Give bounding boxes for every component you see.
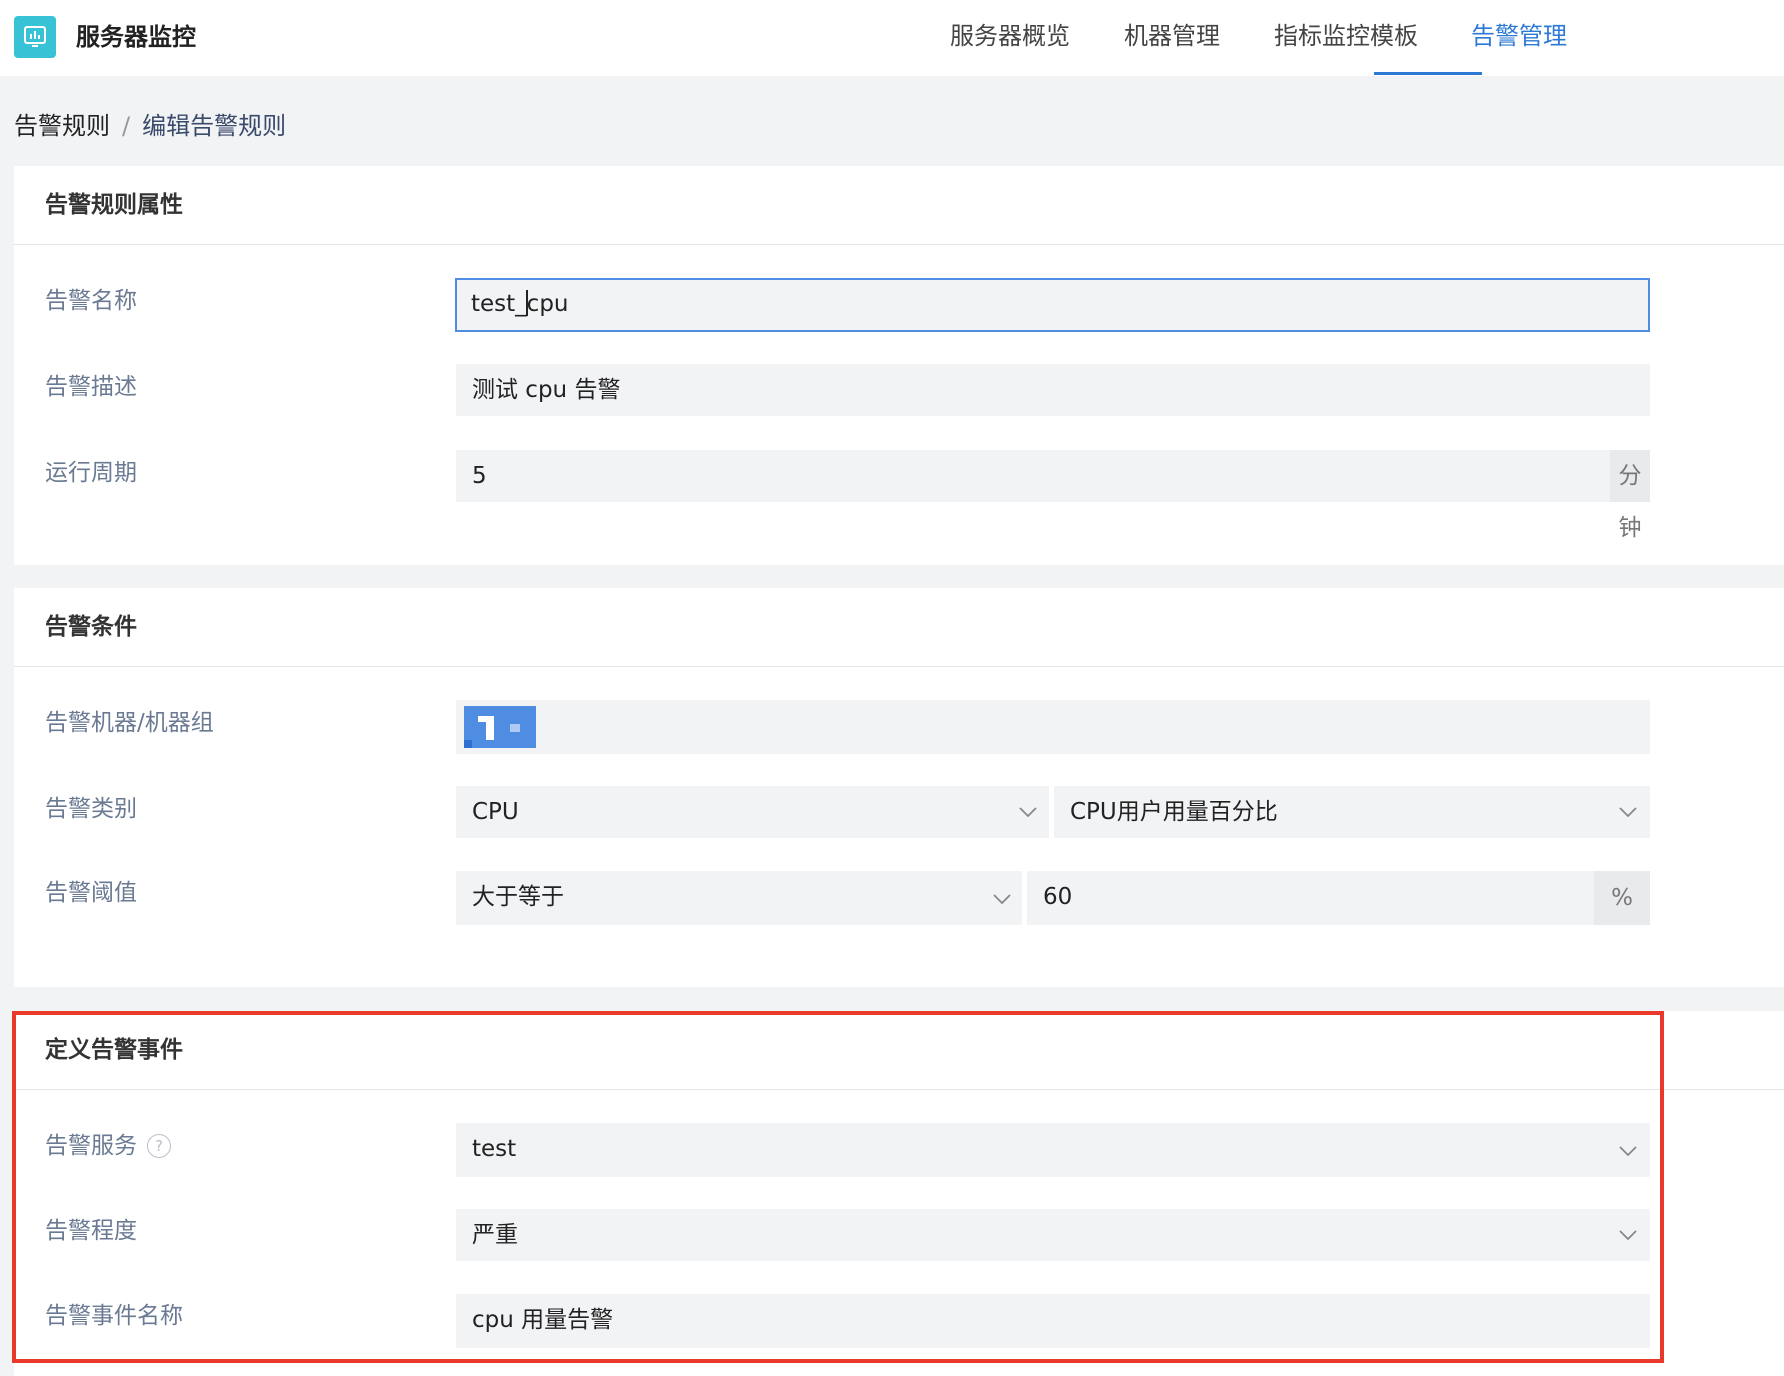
alert-category-select[interactable]: CPU	[456, 786, 1049, 838]
alert-name-label: 告警名称	[45, 288, 137, 314]
rule-properties-panel: 告警规则属性 告警名称 test_cpu 告警描述 测试 cpu 告警 运行周期…	[14, 166, 1784, 565]
alert-service-select[interactable]: test	[456, 1123, 1650, 1177]
alert-severity-value: 严重	[472, 1222, 518, 1248]
app-title: 服务器监控	[76, 23, 196, 51]
event-name-label: 告警事件名称	[45, 1303, 183, 1329]
run-period-value: 5	[472, 463, 487, 489]
alert-metric-value: CPU用户用量百分比	[1070, 799, 1278, 825]
chevron-down-icon	[1619, 1146, 1637, 1157]
event-name-input[interactable]: cpu 用量告警	[456, 1294, 1650, 1348]
help-icon[interactable]: ?	[147, 1134, 171, 1158]
chevron-down-icon	[993, 894, 1011, 905]
event-name-value: cpu 用量告警	[472, 1307, 614, 1333]
alert-severity-select[interactable]: 严重	[456, 1209, 1650, 1261]
alert-service-label-text: 告警服务	[45, 1133, 137, 1159]
breadcrumb: 告警规则 / 编辑告警规则	[14, 108, 286, 144]
threshold-unit: %	[1594, 871, 1650, 925]
alert-description-value: 测试 cpu 告警	[472, 377, 621, 403]
threshold-operator-select[interactable]: 大于等于	[456, 871, 1022, 925]
panel-title: 告警条件	[45, 614, 137, 640]
run-period-label: 运行周期	[45, 460, 137, 486]
alert-name-text-before: test_	[471, 291, 527, 317]
threshold-value-input[interactable]: 60 %	[1027, 871, 1650, 925]
chevron-down-icon	[1619, 807, 1637, 818]
alert-category-value: CPU	[472, 799, 519, 825]
threshold-value: 60	[1043, 884, 1073, 910]
panel-header: 告警条件	[14, 588, 1784, 667]
breadcrumb-current: 编辑告警规则	[142, 112, 287, 140]
alert-name-input[interactable]: test_cpu	[455, 278, 1650, 332]
alert-severity-label: 告警程度	[45, 1218, 137, 1244]
top-bar: 服务器监控 服务器概览 机器管理 指标监控模板 告警管理	[0, 0, 1784, 76]
run-period-input[interactable]: 5 分钟	[456, 450, 1650, 541]
alert-service-value: test	[472, 1136, 517, 1162]
alert-machine-select[interactable]	[456, 700, 1650, 754]
panel-header: 定义告警事件	[14, 1011, 1784, 1090]
panel-title: 定义告警事件	[45, 1037, 183, 1063]
chevron-down-icon	[1619, 1230, 1637, 1241]
alert-description-input[interactable]: 测试 cpu 告警	[456, 364, 1650, 416]
breadcrumb-separator: /	[122, 112, 131, 140]
conditions-panel: 告警条件 告警机器/机器组 告警类别 CPU CPU用户用量百分比 告警阈值 大…	[14, 588, 1784, 987]
nav-machine-management[interactable]: 机器管理	[1124, 18, 1220, 54]
machine-tag[interactable]	[464, 706, 536, 748]
event-panel: 定义告警事件 告警服务? test 告警程度 严重 告警事件名称 cpu 用量告…	[14, 1011, 1784, 1376]
nav-server-overview[interactable]: 服务器概览	[950, 18, 1070, 54]
alert-name-text-after: cpu	[526, 291, 569, 317]
alert-threshold-label: 告警阈值	[45, 880, 137, 906]
alert-metric-select[interactable]: CPU用户用量百分比	[1054, 786, 1650, 838]
monitor-chart-icon[interactable]	[14, 16, 56, 58]
alert-machine-label: 告警机器/机器组	[45, 710, 214, 736]
panel-title: 告警规则属性	[45, 192, 183, 218]
panel-header: 告警规则属性	[14, 166, 1784, 245]
nav-alert-management[interactable]: 告警管理	[1471, 18, 1567, 54]
alert-service-label: 告警服务?	[45, 1129, 171, 1163]
run-period-unit: 分钟	[1610, 450, 1650, 541]
chevron-down-icon	[1019, 807, 1037, 818]
nav-metric-templates[interactable]: 指标监控模板	[1274, 18, 1418, 54]
alert-category-label: 告警类别	[45, 796, 137, 822]
alert-description-label: 告警描述	[45, 374, 137, 400]
breadcrumb-root[interactable]: 告警规则	[14, 112, 110, 140]
threshold-operator-value: 大于等于	[472, 884, 564, 910]
nav-active-indicator	[1374, 72, 1482, 75]
